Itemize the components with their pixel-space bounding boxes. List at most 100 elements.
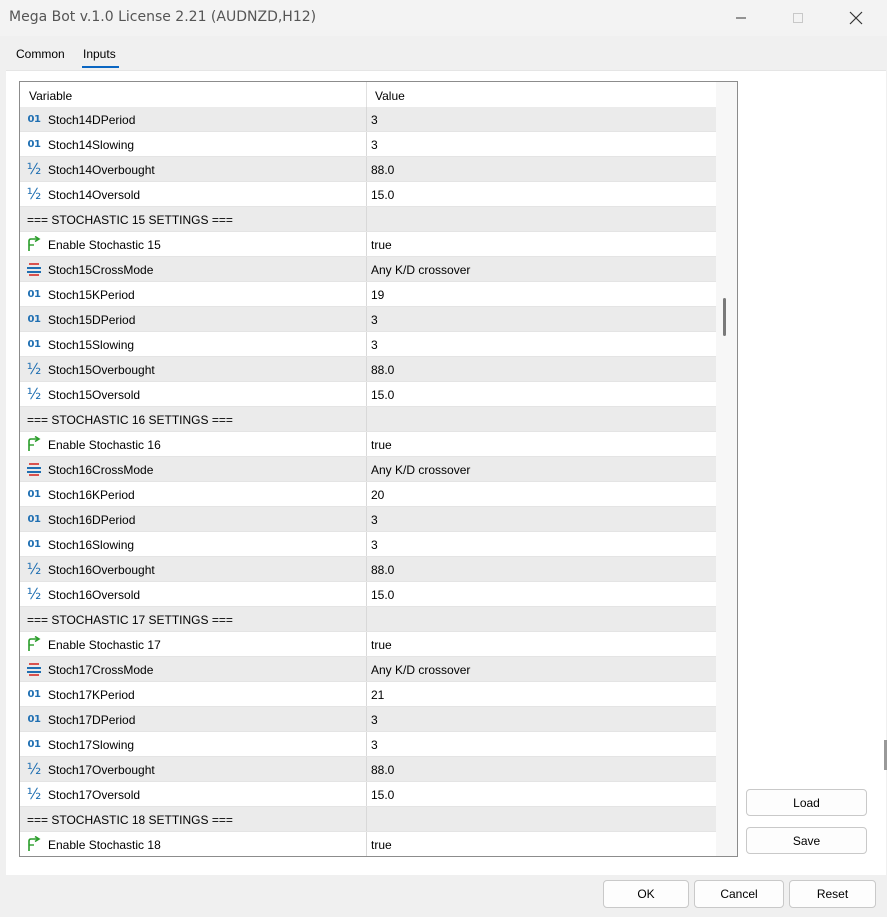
variable-name: Stoch14Overbought: [48, 163, 155, 177]
variable-value[interactable]: 15.0: [371, 388, 394, 402]
tab-inputs[interactable]: Inputs: [83, 47, 116, 61]
column-divider: [366, 757, 367, 782]
integer-type-icon: 01: [27, 688, 41, 700]
variable-value[interactable]: true: [371, 238, 392, 252]
minimize-icon[interactable]: [718, 0, 764, 36]
column-divider: [366, 807, 367, 832]
section-label: === STOCHASTIC 16 SETTINGS ===: [27, 413, 233, 427]
column-divider: [366, 232, 367, 257]
variable-name: Enable Stochastic 16: [48, 438, 161, 452]
column-divider: [366, 332, 367, 357]
cancel-button[interactable]: Cancel: [694, 880, 784, 908]
variable-value[interactable]: Any K/D crossover: [371, 663, 470, 677]
variable-value[interactable]: 21: [371, 688, 384, 702]
table-row[interactable]: 01 Stoch16Slowing 3: [20, 532, 716, 557]
variable-value[interactable]: 88.0: [371, 563, 394, 577]
table-row[interactable]: 01 Stoch16DPeriod 3: [20, 507, 716, 532]
table-row[interactable]: Enable Stochastic 18 true: [20, 832, 716, 856]
variable-value[interactable]: 15.0: [371, 788, 394, 802]
column-header-value[interactable]: Value: [375, 89, 405, 103]
column-divider: [366, 657, 367, 682]
variable-value[interactable]: 19: [371, 288, 384, 302]
table-row[interactable]: 01 Stoch17KPeriod 21: [20, 682, 716, 707]
variable-value[interactable]: true: [371, 838, 392, 852]
ok-button[interactable]: OK: [603, 880, 689, 908]
table-row[interactable]: Stoch17CrossMode Any K/D crossover: [20, 657, 716, 682]
variable-name: Stoch16Overbought: [48, 563, 155, 577]
table-row[interactable]: 01 Stoch17Slowing 3: [20, 732, 716, 757]
table-row[interactable]: ½ Stoch17Oversold 15.0: [20, 782, 716, 807]
section-row[interactable]: === STOCHASTIC 15 SETTINGS ===: [20, 207, 716, 232]
table-row[interactable]: 01 Stoch14Slowing 3: [20, 132, 716, 157]
variable-value[interactable]: 3: [371, 338, 378, 352]
table-row[interactable]: ½ Stoch17Overbought 88.0: [20, 757, 716, 782]
table-row[interactable]: 01 Stoch15KPeriod 19: [20, 282, 716, 307]
section-row[interactable]: === STOCHASTIC 17 SETTINGS ===: [20, 607, 716, 632]
column-header-variable[interactable]: Variable: [29, 89, 72, 103]
variable-name: Stoch16Oversold: [48, 588, 141, 602]
variable-name: Stoch14DPeriod: [48, 113, 136, 127]
variable-value[interactable]: Any K/D crossover: [371, 463, 470, 477]
table-row[interactable]: 01 Stoch17DPeriod 3: [20, 707, 716, 732]
double-type-icon: ½: [26, 185, 42, 203]
column-divider: [366, 632, 367, 657]
variable-value[interactable]: 15.0: [371, 188, 394, 202]
column-divider: [366, 357, 367, 382]
close-icon[interactable]: [833, 0, 879, 36]
window-title: Mega Bot v.1.0 License 2.21 (AUDNZD,H12): [9, 9, 317, 25]
column-divider: [366, 132, 367, 157]
scrollbar-thumb[interactable]: [723, 298, 726, 336]
variable-value[interactable]: 3: [371, 738, 378, 752]
table-row[interactable]: Enable Stochastic 15 true: [20, 232, 716, 257]
variable-value[interactable]: true: [371, 438, 392, 452]
table-row[interactable]: ½ Stoch16Oversold 15.0: [20, 582, 716, 607]
vertical-scrollbar[interactable]: [716, 82, 737, 856]
title-bar: Mega Bot v.1.0 License 2.21 (AUDNZD,H12): [0, 0, 887, 36]
load-button[interactable]: Load: [746, 789, 867, 816]
table-row[interactable]: 01 Stoch14DPeriod 3: [20, 107, 716, 132]
table-row[interactable]: 01 Stoch15Slowing 3: [20, 332, 716, 357]
reset-button[interactable]: Reset: [789, 880, 876, 908]
section-row[interactable]: === STOCHASTIC 18 SETTINGS ===: [20, 807, 716, 832]
column-divider: [366, 107, 367, 132]
column-divider: [366, 582, 367, 607]
table-row[interactable]: ½ Stoch15Oversold 15.0: [20, 382, 716, 407]
inputs-grid: Variable Value 01 Stoch14DPeriod 3 01 Stoch1…: [19, 81, 738, 857]
maximize-icon[interactable]: [775, 0, 821, 36]
variable-name: Stoch15CrossMode: [48, 263, 154, 277]
table-row[interactable]: Stoch15CrossMode Any K/D crossover: [20, 257, 716, 282]
table-row[interactable]: ½ Stoch16Overbought 88.0: [20, 557, 716, 582]
variable-value[interactable]: 15.0: [371, 588, 394, 602]
double-type-icon: ½: [26, 760, 42, 778]
table-row[interactable]: Stoch16CrossMode Any K/D crossover: [20, 457, 716, 482]
save-button[interactable]: Save: [746, 827, 867, 854]
variable-value[interactable]: 88.0: [371, 763, 394, 777]
variable-name: Stoch14Slowing: [48, 138, 135, 152]
integer-type-icon: 01: [27, 488, 41, 500]
variable-value[interactable]: 3: [371, 538, 378, 552]
variable-name: Stoch17Overbought: [48, 763, 155, 777]
variable-value[interactable]: 20: [371, 488, 384, 502]
table-row[interactable]: ½ Stoch14Oversold 15.0: [20, 182, 716, 207]
variable-value[interactable]: true: [371, 638, 392, 652]
table-row[interactable]: 01 Stoch15DPeriod 3: [20, 307, 716, 332]
variable-value[interactable]: 3: [371, 713, 378, 727]
variable-value[interactable]: 88.0: [371, 363, 394, 377]
table-row[interactable]: 01 Stoch16KPeriod 20: [20, 482, 716, 507]
variable-value[interactable]: 3: [371, 513, 378, 527]
table-row[interactable]: ½ Stoch15Overbought 88.0: [20, 357, 716, 382]
variable-value[interactable]: 3: [371, 138, 378, 152]
reset-button-label: Reset: [816, 887, 849, 901]
table-row[interactable]: ½ Stoch14Overbought 88.0: [20, 157, 716, 182]
integer-type-icon: 01: [27, 338, 41, 350]
section-row[interactable]: === STOCHASTIC 16 SETTINGS ===: [20, 407, 716, 432]
tab-strip: Common Inputs: [0, 42, 887, 70]
tab-common[interactable]: Common: [16, 47, 65, 61]
variable-value[interactable]: Any K/D crossover: [371, 263, 470, 277]
table-row[interactable]: Enable Stochastic 17 true: [20, 632, 716, 657]
variable-value[interactable]: 3: [371, 113, 378, 127]
table-row[interactable]: Enable Stochastic 16 true: [20, 432, 716, 457]
variable-value[interactable]: 88.0: [371, 163, 394, 177]
variable-value[interactable]: 3: [371, 313, 378, 327]
section-label: === STOCHASTIC 17 SETTINGS ===: [27, 613, 233, 627]
